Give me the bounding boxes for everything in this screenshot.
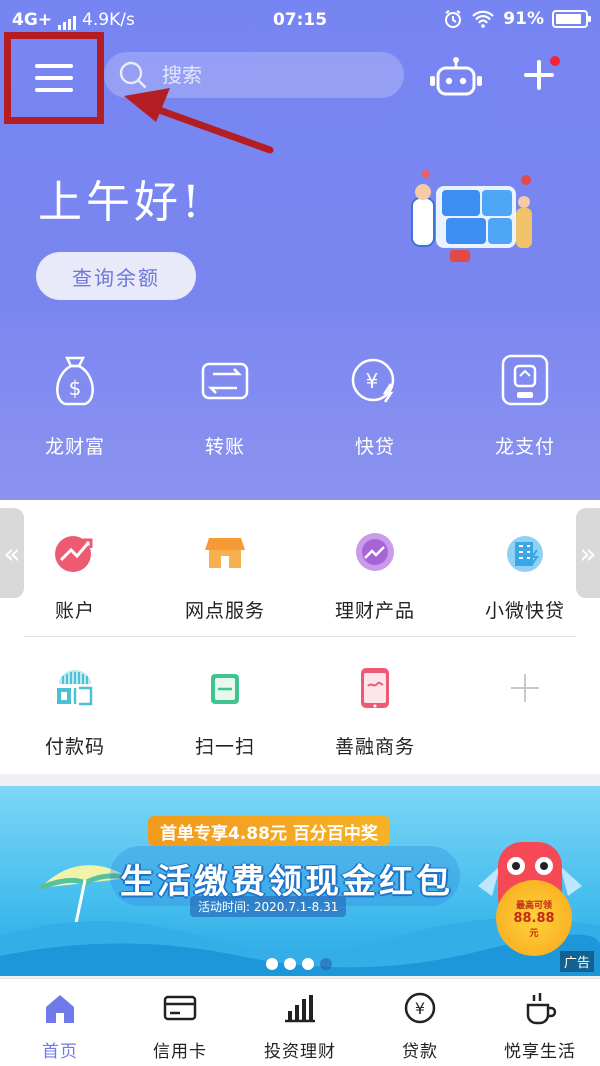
quick-pay[interactable]: 龙支付 [450,350,600,459]
tab-home[interactable]: 首页 [0,979,120,1066]
quick-label: 转账 [204,436,245,458]
tab-loan[interactable]: ¥ 贷款 [360,979,480,1066]
service-label: 善融商务 [334,736,415,758]
battery-level [556,14,582,24]
tab-lifestyle[interactable]: 悦享生活 [480,979,600,1066]
service-micro-loan[interactable]: 小微快贷 [450,530,600,623]
divider [24,636,576,637]
carousel-dot[interactable] [266,958,278,970]
menu-line [35,76,73,80]
quick-loan[interactable]: ¥ 快贷 [300,350,450,459]
svg-text:$: $ [69,376,82,400]
tab-label: 信用卡 [153,1042,207,1062]
service-account[interactable]: 账户 [0,530,150,623]
service-branch[interactable]: 网点服务 [150,530,300,623]
quick-label: 龙支付 [494,436,555,458]
battery-icon [552,10,591,28]
wealth-icon [356,533,394,571]
robot-assistant-icon[interactable] [428,56,484,98]
ecommerce-icon [361,668,389,708]
badge-line1: 最高可领 [515,900,552,911]
greeting-text: 上午好! [38,177,204,228]
tab-label: 贷款 [402,1042,438,1062]
tab-credit-card[interactable]: 信用卡 [120,979,240,1066]
red-arrow-annotation [124,88,274,154]
service-label: 理财产品 [334,600,415,622]
check-balance-button[interactable]: 查询余额 [36,252,196,300]
loan-icon: ¥ [351,358,395,403]
status-right: 91% [443,9,591,29]
svg-text:¥: ¥ [366,369,379,393]
home-icon [46,995,74,1023]
chart-icon [285,995,315,1023]
yen-icon: ¥ [404,992,436,1024]
alarm-icon [445,10,462,28]
menu-line [35,88,73,92]
bottom-tab-bar: 首页 信用卡 投资理财 ¥ 贷款 悦享生活 [0,978,600,1066]
notification-dot [550,56,560,66]
transfer-icon [201,362,249,400]
quick-label: 龙财富 [44,436,105,458]
quick-transfer[interactable]: 转账 [150,350,300,459]
badge-unit: 元 [529,928,539,939]
banner-top-text: 首单专享4.88元 百分百中奖 [148,816,390,846]
reward-badge: 最高可领 88.88 元 [496,880,572,956]
money-bag-icon: $ [56,356,94,406]
service-ecommerce[interactable]: 善融商务 [300,666,450,759]
branch-icon [205,538,245,568]
tab-label: 悦享生活 [504,1042,576,1062]
quick-label: 快贷 [354,436,395,458]
scan-icon [211,674,239,704]
account-icon [55,536,93,572]
service-label: 付款码 [44,736,105,758]
tab-investment[interactable]: 投资理财 [240,979,360,1066]
service-label: 小微快贷 [484,600,565,622]
services-grid: « » 账户 网点服务 理财产品 小微快贷 付款码 扫一扫 善融商务 [0,500,600,774]
tab-label: 首页 [42,1042,78,1062]
carousel-dot[interactable] [320,958,332,970]
wifi-icon [472,10,495,28]
service-payment-code[interactable]: 付款码 [0,666,150,759]
add-button[interactable] [522,56,560,92]
battery-percent: 91% [503,9,544,29]
micro-loan-icon [507,536,543,572]
service-label: 账户 [54,600,95,622]
promo-banner[interactable]: 首单专享4.88元 百分百中奖 生活缴费领现金红包 活动时间: 2020.7.1… [0,786,600,976]
tab-label: 投资理财 [264,1042,336,1062]
header-hero: 4G+ 4.9K/s 07:15 91% 上午好! 查询余额 [0,0,600,500]
add-service-button[interactable] [450,666,600,759]
credit-card-icon [163,995,197,1021]
services-row: 付款码 扫一扫 善融商务 [0,666,600,759]
plus-icon [511,674,539,702]
banner-date: 活动时间: 2020.7.1-8.31 [190,896,347,917]
services-row: 账户 网点服务 理财产品 小微快贷 [0,530,600,623]
quick-wealth[interactable]: $ 龙财富 [0,350,150,459]
quick-actions: $ 龙财富 转账 ¥ 快贷 龙支付 [0,350,600,459]
menu-button[interactable] [4,32,104,124]
service-wealth[interactable]: 理财产品 [300,530,450,623]
service-label: 网点服务 [184,600,265,622]
ad-label: 广告 [559,951,594,972]
badge-amount: 88.88 [513,910,555,926]
svg-text:¥: ¥ [415,999,425,1018]
carousel-dot[interactable] [284,958,296,970]
coffee-icon [526,993,557,1025]
pay-icon [501,354,549,406]
carousel-indicator [266,958,332,970]
service-label: 扫一扫 [194,736,255,758]
carousel-dot[interactable] [302,958,314,970]
anti-epidemic-promo-icon[interactable] [406,168,536,268]
service-scan[interactable]: 扫一扫 [150,666,300,759]
menu-line [35,64,73,68]
payment-code-icon [57,670,93,706]
